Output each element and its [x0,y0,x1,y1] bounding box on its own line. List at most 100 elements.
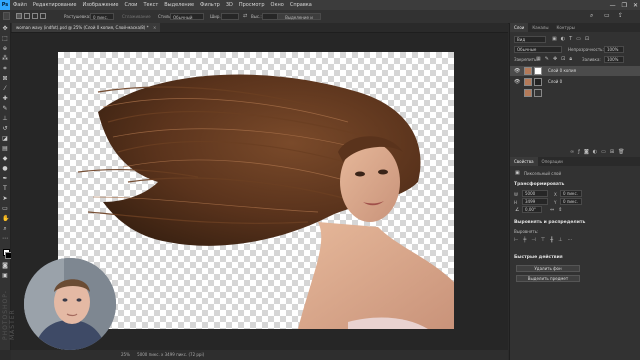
filter-type-icon[interactable]: T [569,36,572,42]
intersect-selection-icon[interactable] [40,13,46,19]
menu-view[interactable]: Просмотр [236,2,268,8]
frame-tool-icon[interactable]: ⊠ [2,76,8,82]
document-tab[interactable]: woman wavy (indfot).psd @ 25% (Слой 0 ко… [12,23,161,32]
lasso-tool-icon[interactable]: ɵ [2,46,8,52]
align-center-v-icon[interactable]: ╫ [550,237,553,243]
layer-row[interactable]: 👁︎ Слой 0 копия [510,66,640,76]
menu-image[interactable]: Изображение [79,2,121,8]
share-icon[interactable]: ⇪ [618,12,623,19]
delete-layer-icon[interactable]: 🗑︎ [618,149,624,155]
eraser-tool-icon[interactable]: ◪ [2,136,8,142]
blend-mode-select[interactable]: Обычные [514,46,562,53]
healing-tool-icon[interactable]: ✚ [2,96,8,102]
lock-all-icon[interactable]: 🔒︎ [569,56,572,62]
layer-filter-select[interactable]: Вид [514,36,546,43]
move-tool-icon[interactable]: ✥ [2,26,8,32]
width-field[interactable]: 5000 пикс. [522,190,548,202]
eye-icon[interactable]: 👁︎ [514,66,520,76]
subtract-selection-icon[interactable] [32,13,38,19]
menu-select[interactable]: Выделение [161,2,197,8]
align-section-title[interactable]: Выровнять и распределить [514,220,585,225]
menu-help[interactable]: Справка [287,2,315,8]
tab-properties[interactable]: Свойства [510,157,538,166]
group-icon[interactable]: ▭ [601,149,606,155]
align-bottom-icon[interactable]: ⊥ [558,237,562,243]
crop-tool-icon[interactable]: ⌗ [2,66,8,72]
quick-actions-title[interactable]: Быстрые действия [514,255,563,260]
tab-channels[interactable]: Каналы [528,23,552,32]
layer-name[interactable]: Слой 0 копия [548,66,576,76]
filter-shape-icon[interactable]: ▭ [576,36,581,42]
lock-position-icon[interactable]: ✥ [553,56,557,62]
tab-layers[interactable]: Слои [510,23,529,32]
tab-paths[interactable]: Контуры [552,23,578,32]
add-mask-icon[interactable]: ◙ [584,149,589,155]
opacity-input[interactable]: 100% [604,46,624,53]
path-select-tool-icon[interactable]: ➤ [2,196,8,202]
search-icon[interactable]: ⌕ [590,12,593,20]
layer-mask-thumbnail[interactable] [534,89,542,97]
filter-smart-icon[interactable]: ⊡ [585,36,589,42]
layer-row[interactable]: 👁︎ Слой 0 [510,77,640,87]
dodge-tool-icon[interactable]: ● [2,166,8,172]
restore-icon[interactable]: ❐ [622,2,627,9]
add-selection-icon[interactable] [24,13,30,19]
hand-tool-icon[interactable]: ✋ [2,216,9,222]
align-right-icon[interactable]: ⊣ [531,237,535,243]
gradient-tool-icon[interactable]: ▤ [2,146,8,152]
fill-input[interactable]: 100% [604,56,624,63]
history-brush-tool-icon[interactable]: ↺ [2,126,8,132]
layer-mask-thumbnail[interactable] [534,78,542,86]
stamp-tool-icon[interactable]: ⊥ [2,116,8,122]
filter-adjust-icon[interactable]: ◐ [561,36,565,42]
transform-section-title[interactable]: Трансформировать [514,182,564,187]
adjustment-layer-icon[interactable]: ◐ [593,149,597,155]
more-tools-icon[interactable]: ⋯ [2,236,8,242]
antialias-checkbox[interactable]: Сглаживание [122,14,151,19]
lock-pixels-icon[interactable]: ▦ [536,56,541,62]
close-icon[interactable]: ✕ [633,2,638,9]
align-left-icon[interactable]: ⊢ [514,237,518,243]
align-center-h-icon[interactable]: ╪ [523,237,526,243]
menu-edit[interactable]: Редактирование [30,2,80,8]
x-field[interactable]: 0 пикс. [560,190,582,197]
new-layer-icon[interactable]: ⊞ [610,149,614,155]
y-field[interactable]: 0 пикс. [560,198,582,205]
eyedropper-tool-icon[interactable]: ⁄ [2,86,8,92]
brush-tool-icon[interactable]: ✎ [2,106,8,112]
photoshop-logo[interactable]: Ps [0,0,10,10]
lock-paint-icon[interactable]: ✎ [545,56,549,62]
tool-preset-icon[interactable] [3,12,10,20]
menu-file[interactable]: Файл [10,2,30,8]
workspace-icon[interactable]: ▭ [604,12,610,19]
swap-icon[interactable]: ⇄ [243,13,247,19]
new-selection-icon[interactable] [16,13,22,19]
pen-tool-icon[interactable]: ✒ [2,176,8,182]
layer-mask-thumbnail[interactable] [534,67,542,75]
blur-tool-icon[interactable]: ◆ [2,156,8,162]
menu-type[interactable]: Текст [140,2,161,8]
rectangle-tool-icon[interactable]: ▭ [2,206,8,212]
style-select[interactable]: Обычный [170,13,204,20]
feather-input[interactable]: 0 пикс. [90,13,114,20]
close-tab-icon[interactable]: × [153,25,156,30]
flip-horizontal-icon[interactable]: ⇔ [550,207,554,213]
zoom-level[interactable]: 25% [121,352,130,357]
angle-field[interactable]: 0,00° [522,206,542,213]
zoom-tool-icon[interactable]: ⌕ [2,226,8,232]
fx-icon[interactable]: ƒ [578,149,580,155]
eye-icon[interactable]: 👁︎ [514,77,520,87]
marquee-tool-icon[interactable]: ⬚ [2,36,8,42]
menu-layers[interactable]: Слои [121,2,140,8]
layer-row[interactable] [510,88,640,98]
align-top-icon[interactable]: ⊤ [541,237,545,243]
document-canvas[interactable] [58,52,454,329]
layer-name[interactable]: Слой 0 [548,77,562,87]
height-field[interactable]: 3499 пикс. [522,198,548,210]
magic-wand-tool-icon[interactable]: ⁂ [2,56,8,62]
lock-artboard-icon[interactable]: ⊡ [561,56,565,62]
select-and-mask-button[interactable]: Выделение и маска... [277,13,321,27]
more-align-icon[interactable]: ⋯ [567,237,572,243]
link-layers-icon[interactable]: ∞ [570,149,574,155]
minimize-icon[interactable]: — [610,2,616,9]
